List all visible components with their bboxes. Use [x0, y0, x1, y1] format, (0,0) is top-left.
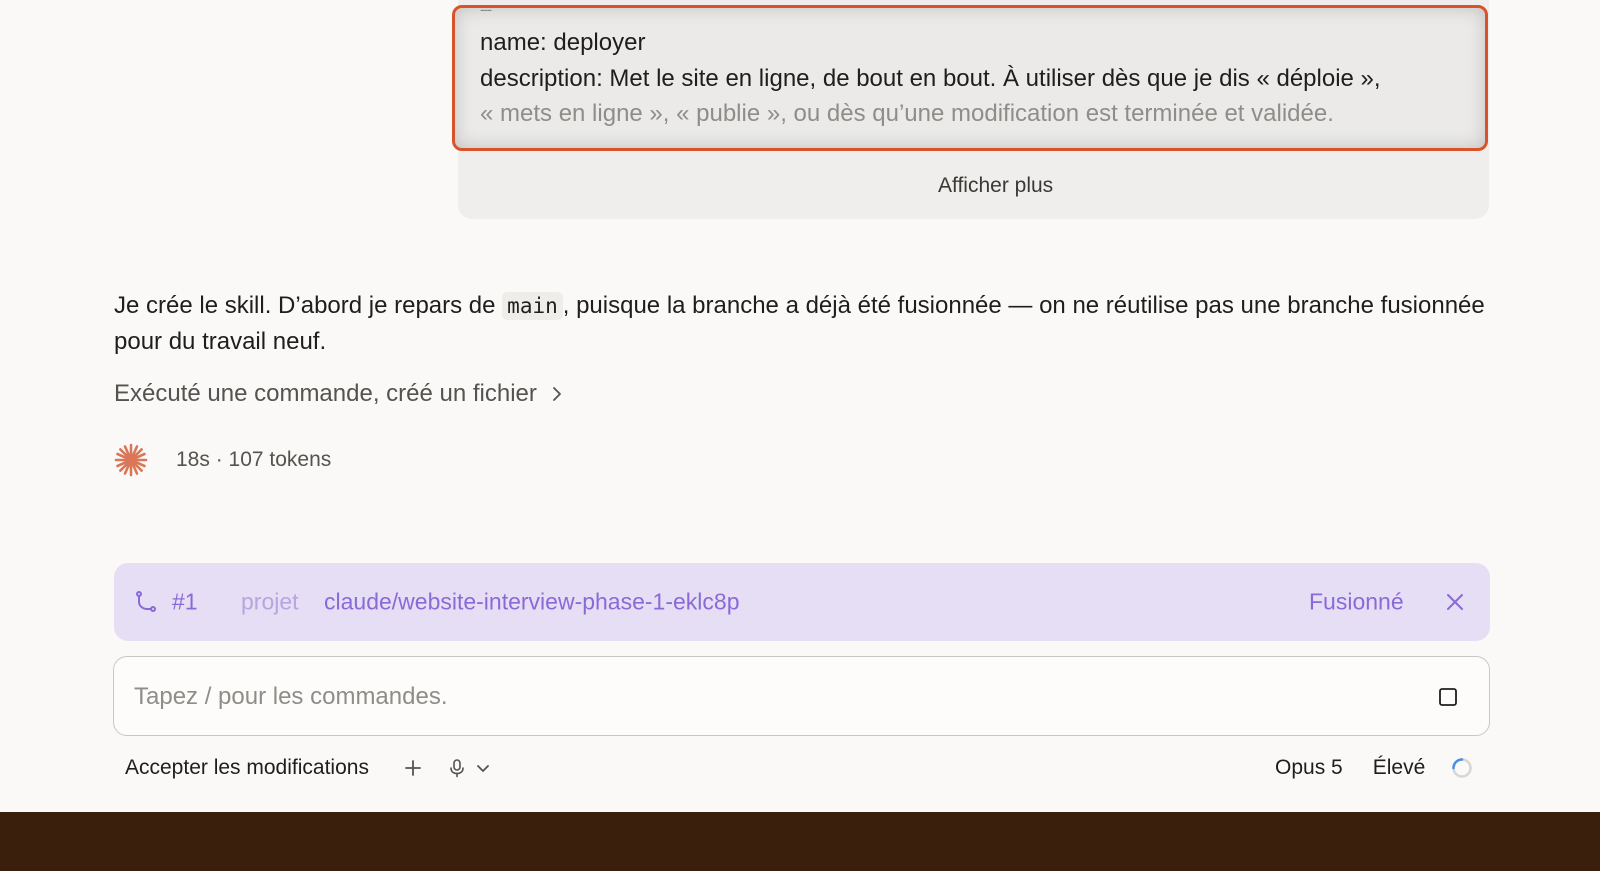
assistant-text-start: Je crée le skill. D’abord je repars de	[114, 292, 503, 319]
pr-branch-name[interactable]: claude/website-interview-phase-1-eklc8p	[324, 589, 739, 616]
branch-icon	[136, 591, 156, 612]
composer-toolbar-right: Opus 5 Élevé	[1275, 756, 1473, 780]
tool-summary-label: Exécuté une commande, créé un fichier	[114, 380, 537, 407]
effort-selector[interactable]: Élevé	[1373, 756, 1426, 780]
frontmatter-name-line: name: deployer	[480, 29, 646, 56]
assistant-message: Je crée le skill. D’abord je repars de m…	[114, 288, 1494, 360]
skill-frontmatter-block: --- name: deployer description: Met le s…	[452, 5, 1488, 151]
show-more-button[interactable]: Afficher plus	[938, 174, 1053, 198]
stop-icon[interactable]	[1438, 687, 1458, 707]
tool-summary-toggle[interactable]: Exécuté une commande, créé un fichier	[114, 380, 567, 408]
pr-status-badge: Fusionné	[1309, 588, 1404, 615]
chevron-right-icon	[553, 387, 561, 401]
composer-toolbar-left: Accepter les modifications	[125, 756, 491, 780]
pull-request-bar[interactable]: #1 projet claude/website-interview-phase…	[114, 563, 1490, 641]
plus-icon[interactable]	[403, 758, 423, 778]
status-text: 18s · 107 tokens	[176, 448, 332, 471]
pr-repo: projet	[241, 588, 299, 615]
frontmatter-delimiter-bottom: ---	[480, 141, 492, 151]
frontmatter-description-line: description: Met le site en ligne, de bo…	[480, 65, 1381, 92]
loading-spinner-icon	[1452, 758, 1472, 778]
pr-number: #1	[172, 588, 198, 615]
composer	[113, 656, 1490, 737]
sparkle-icon	[114, 443, 148, 477]
accept-changes-button[interactable]: Accepter les modifications	[125, 756, 369, 780]
message-status-row: 18s · 107 tokens	[114, 443, 331, 477]
close-icon[interactable]	[1444, 591, 1466, 613]
microphone-icon	[450, 759, 464, 778]
frontmatter-delimiter-top: ---	[480, 5, 492, 17]
frontmatter-description-continuation: « mets en ligne », « publie », ou dès qu…	[480, 100, 1334, 127]
voice-input-button[interactable]	[449, 758, 491, 778]
chevron-down-icon	[477, 765, 489, 772]
message-input[interactable]	[132, 657, 1416, 737]
inline-code: main	[502, 292, 563, 320]
background-band	[0, 812, 1600, 871]
model-selector[interactable]: Opus 5	[1275, 756, 1343, 780]
